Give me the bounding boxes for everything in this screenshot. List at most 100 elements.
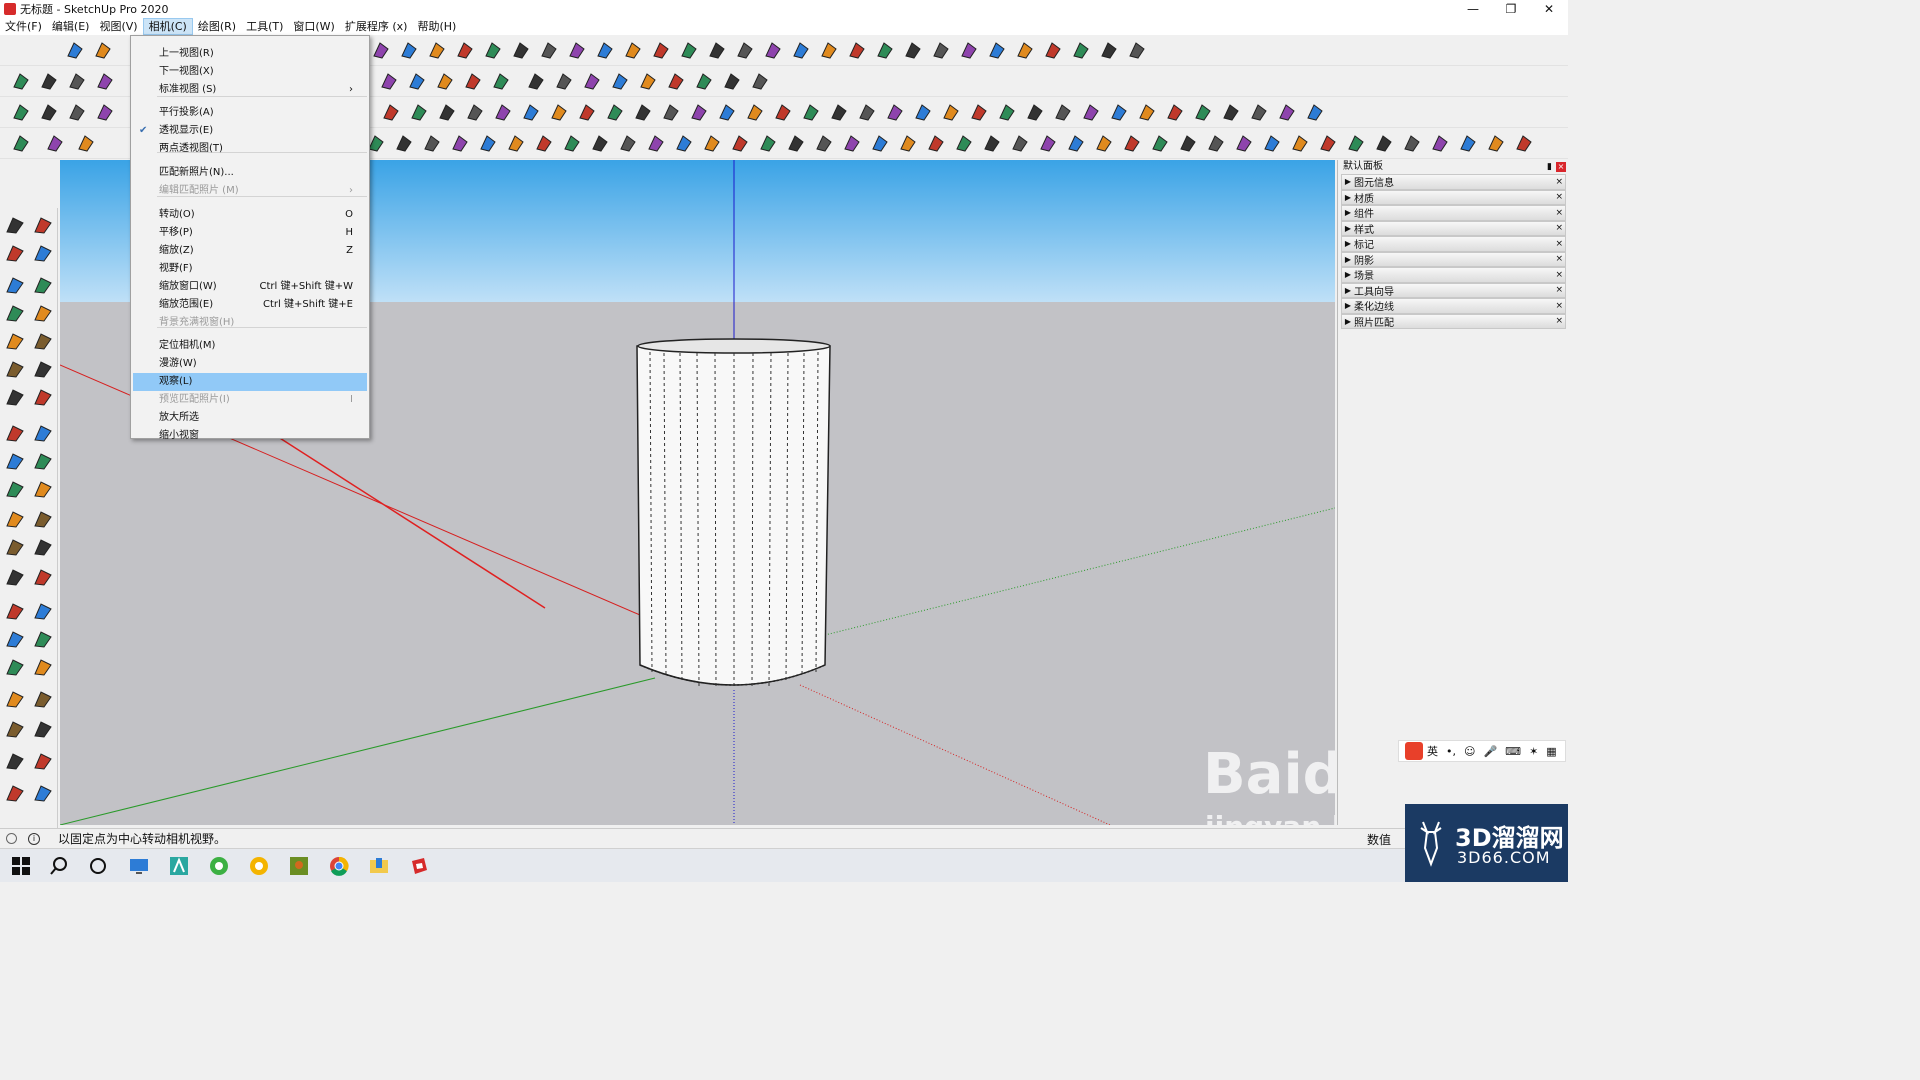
tool-icon[interactable] — [744, 101, 766, 123]
large-tool-icon[interactable] — [4, 242, 26, 264]
tool-icon[interactable] — [1136, 101, 1158, 123]
expand-arrow-icon[interactable]: ▶ — [1342, 208, 1354, 217]
large-tool-icon[interactable] — [4, 274, 26, 296]
large-tool-icon[interactable] — [32, 274, 54, 296]
ime-skin-icon[interactable]: ✶ — [1529, 745, 1538, 758]
expand-arrow-icon[interactable]: ▶ — [1342, 301, 1354, 310]
large-tool-icon[interactable] — [32, 478, 54, 500]
tool-icon[interactable] — [1042, 39, 1064, 61]
tool-icon[interactable] — [986, 39, 1008, 61]
computer-icon[interactable] — [128, 855, 150, 877]
large-tool-icon[interactable] — [32, 718, 54, 740]
menu-extensions[interactable]: 扩展程序 (x) — [340, 18, 413, 35]
ime-emoji-icon[interactable]: ☺ — [1464, 745, 1475, 758]
tool-icon[interactable] — [561, 132, 583, 154]
large-tool-icon[interactable] — [4, 302, 26, 324]
tray-panel-header[interactable]: ▶ 照片匹配 × — [1341, 313, 1566, 329]
tool-icon[interactable] — [38, 70, 60, 92]
tray-panel-header[interactable]: ▶ 样式 × — [1341, 220, 1566, 236]
tool-icon[interactable] — [576, 101, 598, 123]
menu-window[interactable]: 窗口(W) — [288, 18, 339, 35]
tool-icon[interactable] — [609, 70, 631, 92]
camera-menu-item[interactable]: 转动(O) O — [133, 206, 367, 224]
qq-browser-icon[interactable] — [248, 855, 270, 877]
tool-icon[interactable] — [520, 101, 542, 123]
tool-icon[interactable] — [1126, 39, 1148, 61]
tool-icon[interactable] — [594, 39, 616, 61]
tool-icon[interactable] — [393, 132, 415, 154]
geolocation-icon[interactable] — [6, 833, 17, 844]
tool-icon[interactable] — [490, 70, 512, 92]
expand-arrow-icon[interactable]: ▶ — [1342, 286, 1354, 295]
tray-panel-header[interactable]: ▶ 组件 × — [1341, 205, 1566, 221]
tool-icon[interactable] — [1009, 132, 1031, 154]
camera-menu-item[interactable]: 放大所选 — [133, 409, 367, 427]
tool-icon[interactable] — [637, 70, 659, 92]
camera-menu-item[interactable]: 平移(P) H — [133, 224, 367, 242]
tool-icon[interactable] — [406, 70, 428, 92]
chrome-icon[interactable] — [328, 855, 350, 877]
tool-icon[interactable] — [645, 132, 667, 154]
large-tool-icon[interactable] — [4, 478, 26, 500]
tool-icon[interactable] — [1052, 101, 1074, 123]
tray-panel-header[interactable]: ▶ 标记 × — [1341, 236, 1566, 252]
tool-icon[interactable] — [66, 70, 88, 92]
tool-icon[interactable] — [869, 132, 891, 154]
tool-icon[interactable] — [1014, 39, 1036, 61]
tool-icon[interactable] — [828, 101, 850, 123]
tool-icon[interactable] — [94, 70, 116, 92]
tool-icon[interactable] — [1373, 132, 1395, 154]
tool-icon[interactable] — [981, 132, 1003, 154]
large-tool-icon[interactable] — [32, 750, 54, 772]
expand-arrow-icon[interactable]: ▶ — [1342, 193, 1354, 202]
ime-mic-icon[interactable]: 🎤 — [1483, 745, 1497, 758]
tool-icon[interactable] — [398, 39, 420, 61]
panel-close-icon[interactable]: × — [1555, 285, 1563, 295]
tool-icon[interactable] — [10, 70, 32, 92]
menu-camera[interactable]: 相机(C) — [142, 18, 193, 35]
expand-arrow-icon[interactable]: ▶ — [1342, 224, 1354, 233]
tray-panel-header[interactable]: ▶ 场景 × — [1341, 267, 1566, 283]
camera-menu-item[interactable]: 视野(F) — [133, 260, 367, 278]
tool-icon[interactable] — [650, 39, 672, 61]
tool-icon[interactable] — [1220, 101, 1242, 123]
camera-menu-item[interactable]: 缩小视窗 — [133, 427, 367, 445]
tool-icon[interactable] — [434, 70, 456, 92]
large-tool-icon[interactable] — [32, 782, 54, 804]
large-tool-icon[interactable] — [32, 358, 54, 380]
tool-icon[interactable] — [1065, 132, 1087, 154]
tool-icon[interactable] — [1192, 101, 1214, 123]
tool-icon[interactable] — [92, 39, 114, 61]
large-tool-icon[interactable] — [32, 688, 54, 710]
menu-tools[interactable]: 工具(T) — [241, 18, 288, 35]
camera-menu-item[interactable]: 漫游(W) — [133, 355, 367, 373]
large-tool-icon[interactable] — [32, 600, 54, 622]
tool-icon[interactable] — [1149, 132, 1171, 154]
photo-app-icon[interactable] — [288, 855, 310, 877]
camera-menu-item[interactable]: 上一视图(R) — [133, 45, 367, 63]
panel-close-icon[interactable]: × — [1555, 192, 1563, 202]
tool-icon[interactable] — [1205, 132, 1227, 154]
large-tool-icon[interactable] — [4, 358, 26, 380]
tool-icon[interactable] — [790, 39, 812, 61]
large-tool-icon[interactable] — [4, 386, 26, 408]
tool-icon[interactable] — [678, 39, 700, 61]
tool-icon[interactable] — [665, 70, 687, 92]
large-tool-icon[interactable] — [4, 600, 26, 622]
tool-icon[interactable] — [380, 101, 402, 123]
tool-icon[interactable] — [813, 132, 835, 154]
cylinder-top-face[interactable] — [637, 338, 831, 354]
tool-icon[interactable] — [884, 101, 906, 123]
ime-menu-icon[interactable]: ▦ — [1546, 745, 1556, 758]
large-tool-icon[interactable] — [4, 214, 26, 236]
large-tool-icon[interactable] — [4, 508, 26, 530]
large-tool-icon[interactable] — [4, 628, 26, 650]
tool-icon[interactable] — [408, 101, 430, 123]
tool-icon[interactable] — [66, 101, 88, 123]
expand-arrow-icon[interactable]: ▶ — [1342, 255, 1354, 264]
large-tool-icon[interactable] — [4, 688, 26, 710]
tool-icon[interactable] — [482, 39, 504, 61]
sketchup-taskbar-icon[interactable] — [408, 855, 430, 877]
panel-close-icon[interactable]: × — [1555, 239, 1563, 249]
tool-icon[interactable] — [477, 132, 499, 154]
